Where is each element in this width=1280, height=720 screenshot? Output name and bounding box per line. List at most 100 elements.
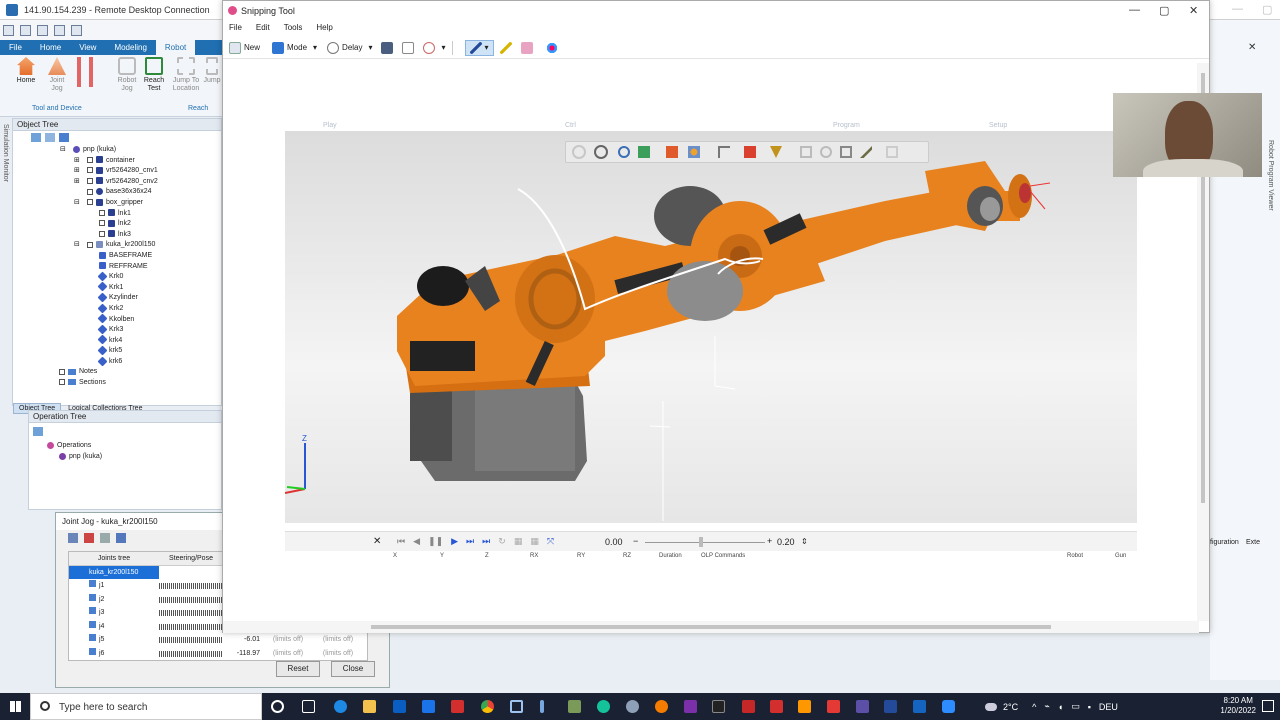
snip-minimize-icon[interactable]: — [1129, 4, 1140, 16]
python-app-icon[interactable] [568, 700, 581, 713]
3d-app-icon[interactable] [510, 700, 523, 713]
undo-icon[interactable] [71, 24, 82, 36]
tray-apps-icon[interactable]: ▪ [1088, 702, 1091, 712]
rdc-restore-icon[interactable]: ▢ [1262, 3, 1272, 16]
tree-item[interactable]: ⊞ vr5264280_cnv1 [13, 166, 221, 177]
mail-icon[interactable] [422, 700, 435, 713]
tree-item[interactable]: Notes [13, 367, 221, 378]
send-snip-button[interactable]: ▾ [422, 41, 446, 54]
save-icon[interactable] [20, 24, 31, 36]
simulation-monitor-strip[interactable]: Simulation Monitor [0, 120, 12, 680]
rdc-minimize-icon[interactable]: — [1232, 3, 1243, 15]
battery-icon[interactable]: ▭ [1071, 701, 1080, 712]
close-button[interactable]: Close [331, 661, 375, 677]
joint-slider[interactable] [159, 623, 223, 630]
temperature[interactable]: 2°C [1003, 702, 1018, 712]
exte-tab[interactable]: Exte [1246, 539, 1260, 546]
chrome-icon[interactable] [481, 700, 494, 713]
time-decrease[interactable]: − [633, 536, 638, 546]
lasso-icon[interactable] [886, 146, 898, 158]
snipping-taskbar-icon[interactable] [626, 700, 639, 713]
tree-item[interactable]: Krk0 [13, 271, 221, 283]
open-icon[interactable] [37, 24, 48, 36]
tree-item-pnp-operation[interactable]: pnp (kuka) [59, 452, 102, 463]
grammarly-icon[interactable] [597, 700, 610, 713]
weather-icon[interactable] [985, 702, 997, 711]
checkbox-icon[interactable] [87, 188, 93, 195]
onenote-icon[interactable] [684, 700, 697, 713]
remote-desktop-taskbar-icon[interactable] [884, 700, 897, 713]
joint-row[interactable]: j6 -118.97 (limits off) (limits off) [69, 647, 367, 661]
eraser-button[interactable] [520, 41, 536, 54]
tree-item[interactable]: REFFRAME [13, 262, 221, 273]
app-orange-icon[interactable] [798, 700, 811, 713]
checkbox-icon[interactable] [87, 177, 93, 184]
place-icon[interactable] [840, 146, 852, 158]
tree-item[interactable]: Sections [13, 378, 221, 389]
joint-row[interactable]: j5 -6.01 (limits off) (limits off) [69, 633, 367, 647]
terminal-icon[interactable] [712, 700, 725, 713]
tree-item[interactable]: lnk2 [13, 219, 221, 230]
tree-item[interactable]: Krk3 [13, 324, 221, 336]
menu-edit[interactable]: Edit [250, 21, 278, 35]
pause-icon[interactable]: ❚❚ [428, 536, 443, 547]
reach-test-button[interactable]: Reach Test [138, 57, 170, 93]
tray-chevron-up-icon[interactable]: ^ [1032, 702, 1036, 712]
paint3d-button[interactable] [545, 41, 561, 54]
tree-item[interactable]: Krk2 [13, 303, 221, 315]
tree-view-icon[interactable] [45, 133, 55, 142]
menu-help[interactable]: Help [310, 21, 340, 35]
speed-increase[interactable]: + [767, 536, 772, 546]
robot-program-viewer-label[interactable]: Robot Program Viewer [1267, 140, 1274, 211]
pdf-app-icon[interactable] [451, 700, 464, 713]
speed-stepper[interactable]: ⇕ [801, 537, 808, 546]
notification-icon[interactable] [1262, 700, 1274, 712]
grid-icon[interactable]: ▦ [530, 536, 539, 547]
zoom-fit-icon[interactable] [594, 145, 608, 159]
tree-item[interactable]: base36x36x24 [13, 187, 221, 198]
step-back-icon[interactable]: ◀ [413, 536, 420, 547]
section-icon[interactable] [744, 146, 756, 158]
language-indicator[interactable]: DEU [1099, 702, 1118, 712]
checkbox-icon[interactable] [99, 230, 105, 237]
tree-item[interactable]: BASEFRAME [13, 251, 221, 262]
tree-item[interactable]: krk4 [13, 334, 221, 347]
jog-remove-icon[interactable] [84, 533, 94, 543]
render-mode-icon[interactable] [666, 146, 678, 158]
jump-button[interactable]: Jump [202, 57, 222, 85]
tree-item[interactable]: krk6 [13, 356, 221, 368]
tree-item[interactable]: ⊟ pnp (kuka) [13, 145, 221, 156]
tree-options-icon[interactable] [59, 133, 69, 142]
operation-tree-options-icon[interactable] [33, 427, 43, 436]
tree-item[interactable]: ⊟ box_gripper [13, 198, 221, 209]
task-view-icon[interactable] [302, 700, 315, 713]
tree-item[interactable]: ⊞ vr5264280_cnv2 [13, 177, 221, 188]
zoom-icon[interactable] [572, 145, 586, 159]
measure-icon[interactable] [820, 146, 832, 158]
collapse-icon[interactable]: ⊟ [60, 145, 66, 156]
tab-home[interactable]: Home [31, 40, 70, 55]
jump-end-icon[interactable]: ⏭ [482, 536, 490, 547]
checkbox-icon[interactable] [99, 209, 105, 216]
robot-tools-grid[interactable] [74, 57, 104, 89]
taskbar-clock[interactable]: 8:20 AM 1/20/2022 [1220, 696, 1256, 716]
checkbox-icon[interactable] [59, 368, 65, 375]
reset-button[interactable]: Reset [276, 661, 320, 677]
tree-item[interactable]: ⊟ kuka_kr200l150 [13, 240, 221, 251]
home-button[interactable]: Home [10, 57, 42, 85]
joint-jog-button[interactable]: Joint Jog [41, 57, 73, 93]
expand-icon[interactable]: ⊞ [74, 156, 80, 167]
collapse-icon[interactable]: ⊟ [74, 198, 80, 209]
playback-close-icon[interactable]: ✕ [373, 536, 381, 547]
expand-icon[interactable]: ⊞ [74, 177, 80, 188]
mode-button[interactable]: Mode ▾ [272, 41, 317, 54]
tree-item[interactable]: krk5 [13, 345, 221, 357]
tree-item[interactable]: ⊞ container [13, 156, 221, 167]
joint-slider[interactable] [159, 650, 223, 657]
checkbox-icon[interactable] [59, 379, 65, 386]
joint-value[interactable]: -118.97 [223, 647, 263, 661]
jump-start-icon[interactable]: ⏮ [397, 536, 405, 547]
checkbox-icon[interactable] [87, 241, 93, 248]
joint-slider[interactable] [159, 610, 223, 616]
filter-icon[interactable] [770, 146, 782, 158]
